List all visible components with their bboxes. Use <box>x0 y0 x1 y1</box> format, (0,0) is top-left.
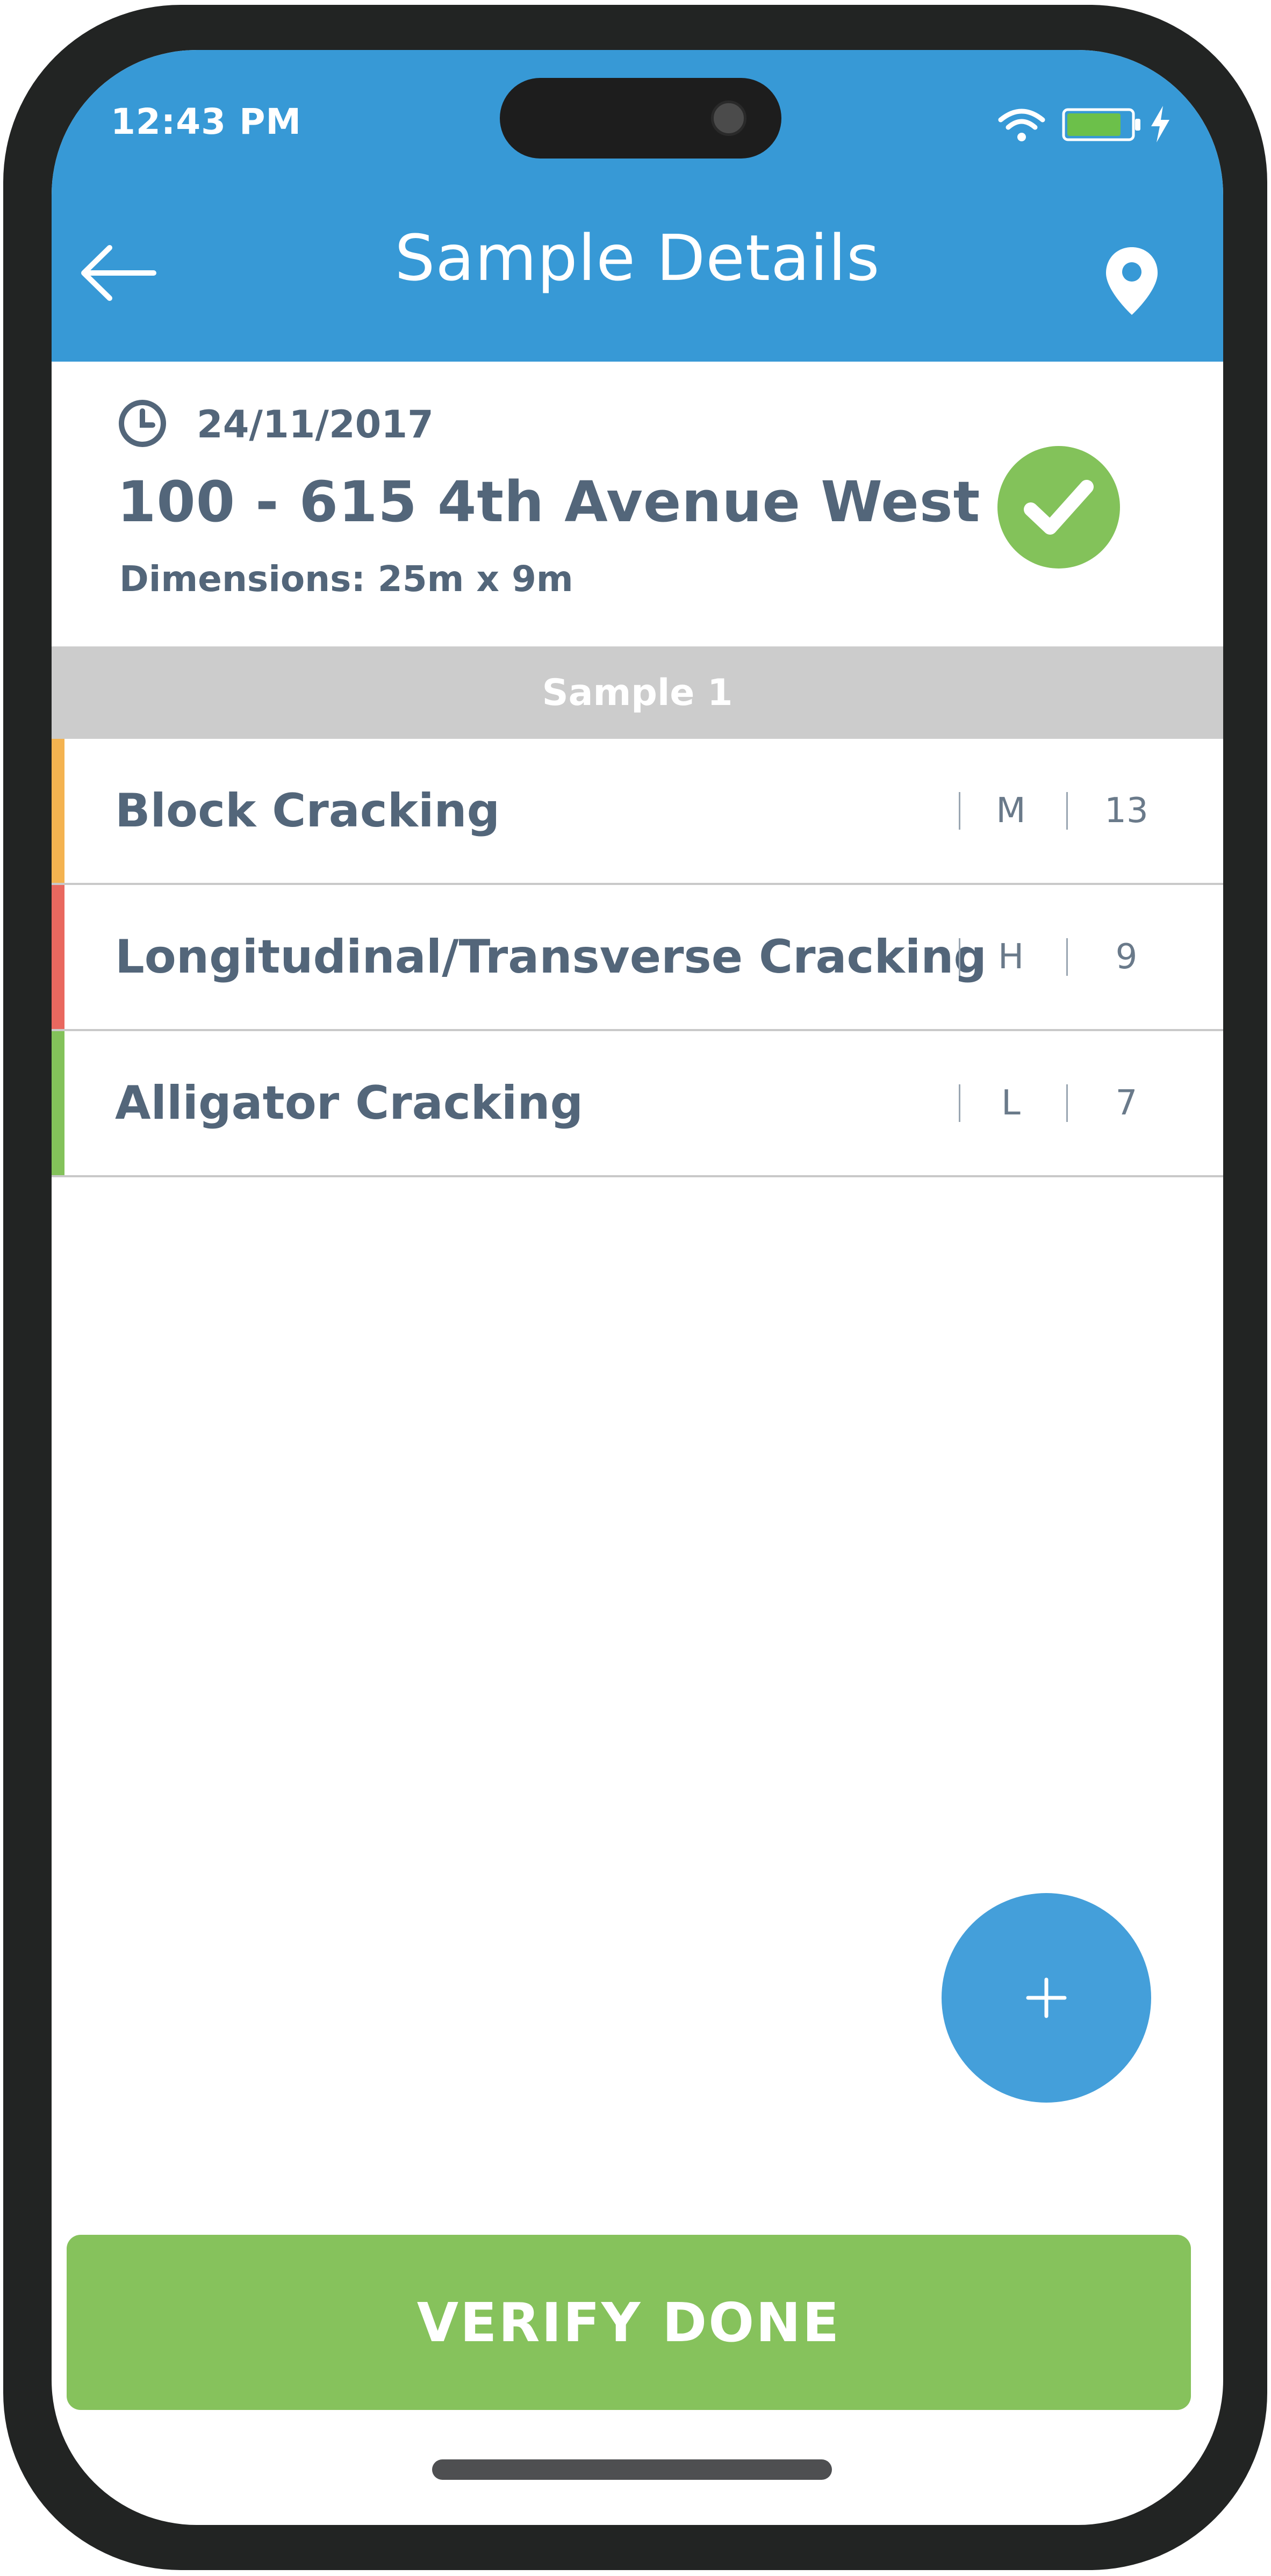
distress-quantity: 9 <box>1115 937 1138 977</box>
charging-bolt-icon <box>1151 106 1169 142</box>
severity-level: L <box>1001 1083 1021 1123</box>
divider <box>959 938 960 976</box>
sample-date: 24/11/2017 <box>197 402 434 447</box>
distress-quantity: 13 <box>1104 791 1148 831</box>
divider <box>1066 1084 1068 1122</box>
distress-name: Longitudinal/Transverse Cracking <box>115 930 987 984</box>
add-distress-button[interactable] <box>942 1893 1151 2103</box>
phone-frame: 12:43 PM Sample Details 24/11/2017 100 -… <box>3 5 1267 2570</box>
distress-name: Block Cracking <box>115 784 500 838</box>
check-icon <box>1024 480 1094 535</box>
divider <box>959 1084 960 1122</box>
divider <box>1066 938 1068 976</box>
battery-icon <box>1062 108 1140 141</box>
home-indicator[interactable] <box>432 2459 832 2480</box>
severity-stripe <box>52 1031 64 1175</box>
divider <box>1066 792 1068 830</box>
map-pin-icon <box>1106 247 1158 315</box>
severity-level: H <box>997 937 1024 977</box>
clock-icon <box>119 400 166 447</box>
page-title: Sample Details <box>394 221 880 295</box>
distress-row[interactable]: Alligator Cracking L 7 <box>52 1031 1223 1177</box>
severity-stripe <box>52 739 64 883</box>
location-button[interactable] <box>1083 227 1180 335</box>
app-screen: 12:43 PM Sample Details 24/11/2017 100 -… <box>52 50 1223 2525</box>
wifi-icon <box>998 109 1045 141</box>
sample-dimensions: Dimensions: 25m x 9m <box>119 558 573 600</box>
app-header: 12:43 PM Sample Details <box>52 50 1223 362</box>
severity-stripe <box>52 885 64 1029</box>
section-header: Sample 1 <box>52 646 1223 739</box>
sample-address: 100 - 615 4th Avenue West <box>117 469 981 535</box>
distress-name: Alligator Cracking <box>115 1076 584 1130</box>
plus-icon <box>1026 1977 1067 2018</box>
severity-level: M <box>996 791 1026 831</box>
verify-done-button[interactable]: VERIFY DONE <box>67 2235 1191 2410</box>
distress-row[interactable]: Block Cracking M 13 <box>52 739 1223 885</box>
status-time: 12:43 PM <box>111 101 302 142</box>
distress-row[interactable]: Longitudinal/Transverse Cracking H 9 <box>52 885 1223 1031</box>
dynamic-island <box>500 78 781 159</box>
divider <box>959 792 960 830</box>
status-complete-badge <box>997 446 1120 569</box>
camera-icon <box>711 100 746 136</box>
distress-quantity: 7 <box>1115 1083 1138 1123</box>
